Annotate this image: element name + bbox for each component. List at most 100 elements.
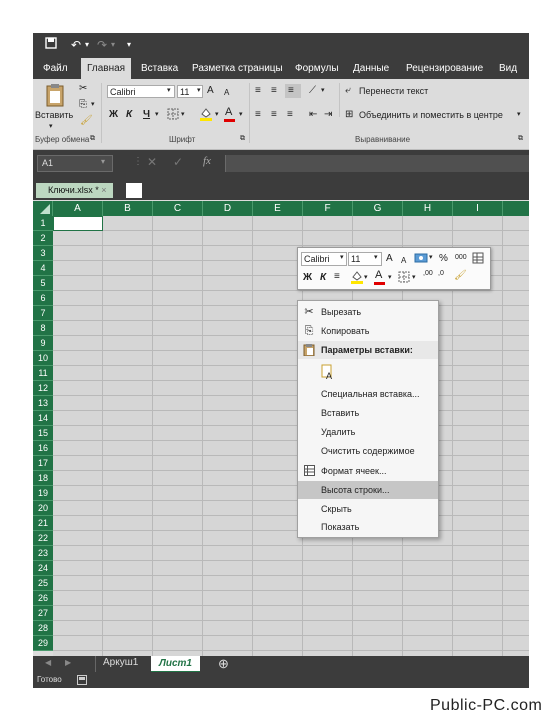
chevron-down-icon[interactable]: ▾ xyxy=(517,110,521,118)
row-header[interactable]: 25 xyxy=(33,576,53,591)
row-header[interactable]: 29 xyxy=(33,636,53,651)
save-icon[interactable] xyxy=(45,37,57,53)
macro-record-icon[interactable] xyxy=(77,675,87,688)
mini-italic-button[interactable]: К xyxy=(320,272,326,284)
column-header[interactable]: E xyxy=(253,201,303,216)
tab-formulas[interactable]: Формулы xyxy=(295,58,339,79)
close-icon[interactable]: × xyxy=(101,185,106,195)
active-cell[interactable] xyxy=(53,216,103,231)
decrease-indent-icon[interactable]: ⇤ xyxy=(309,109,317,121)
font-name-field[interactable]: Calibri xyxy=(107,85,175,98)
undo-icon[interactable]: ↶ xyxy=(71,37,81,53)
chevron-down-icon[interactable]: ▾ xyxy=(374,253,378,261)
menu-item-unhide[interactable]: Показать xyxy=(298,518,438,536)
menu-item-delete[interactable]: Удалить xyxy=(298,423,438,441)
chevron-down-icon[interactable]: ▾ xyxy=(340,253,344,261)
chevron-down-icon[interactable]: ▾ xyxy=(167,86,171,94)
increase-indent-icon[interactable]: ⇥ xyxy=(324,109,332,121)
menu-item-insert[interactable]: Вставить xyxy=(298,404,438,422)
row-header[interactable]: 19 xyxy=(33,486,53,501)
mini-borders-icon[interactable] xyxy=(398,271,410,287)
column-header[interactable]: B xyxy=(103,201,153,216)
menu-item-row-height[interactable]: Высота строки... xyxy=(298,481,438,499)
mini-shrink-font-button[interactable]: A xyxy=(401,255,406,267)
column-header[interactable]: G xyxy=(353,201,403,216)
column-header[interactable]: A xyxy=(53,201,103,216)
mini-grow-font-button[interactable]: A xyxy=(386,253,393,265)
align-bottom-icon[interactable]: ≡ xyxy=(288,85,294,97)
column-header[interactable]: I xyxy=(453,201,503,216)
thousands-button[interactable]: 000 xyxy=(455,254,467,261)
row-header[interactable]: 28 xyxy=(33,621,53,636)
chevron-down-icon[interactable]: ▾ xyxy=(239,110,243,118)
row-header[interactable]: 27 xyxy=(33,606,53,621)
row-header[interactable]: 17 xyxy=(33,456,53,471)
wrap-text-button[interactable]: Перенести текст xyxy=(359,86,428,96)
borders-icon[interactable] xyxy=(167,108,179,124)
mini-font-color-icon[interactable]: A xyxy=(375,269,382,281)
format-table-icon[interactable] xyxy=(472,252,484,268)
align-left-icon[interactable]: ≡ xyxy=(255,109,261,121)
fill-color-icon[interactable] xyxy=(199,107,213,125)
row-header[interactable]: 4 xyxy=(33,261,53,276)
mini-align-center-icon[interactable]: ≡ xyxy=(334,271,340,283)
paste-label[interactable]: Вставить xyxy=(35,110,73,120)
chevron-down-icon[interactable]: ▾ xyxy=(364,273,368,281)
row-header[interactable]: 7 xyxy=(33,306,53,321)
sheet-tab-arkush1[interactable]: Аркуш1 xyxy=(103,657,138,668)
menu-item-cut[interactable]: ✂ Вырезать xyxy=(298,303,438,321)
select-all-corner[interactable] xyxy=(33,201,53,216)
redo-icon[interactable]: ↷ xyxy=(97,37,107,53)
tab-home[interactable]: Главная xyxy=(81,58,132,79)
chevron-down-icon[interactable]: ▾ xyxy=(49,122,53,130)
align-top-icon[interactable]: ≡ xyxy=(255,85,261,97)
tab-file[interactable]: Файл xyxy=(43,58,68,79)
chevron-down-icon[interactable]: ▾ xyxy=(181,110,185,118)
shrink-font-button[interactable]: A xyxy=(224,87,229,99)
row-header[interactable]: 3 xyxy=(33,246,53,261)
cancel-icon[interactable]: ✕ xyxy=(147,155,157,169)
row-header[interactable]: 6 xyxy=(33,291,53,306)
insert-function-button[interactable]: fx xyxy=(203,155,211,167)
paste-option-values[interactable]: A xyxy=(298,361,438,383)
chevron-down-icon[interactable]: ▾ xyxy=(388,273,392,281)
row-header[interactable]: 9 xyxy=(33,336,53,351)
mini-fill-color-icon[interactable] xyxy=(350,270,364,288)
font-color-icon[interactable]: A xyxy=(225,106,232,118)
format-painter-icon[interactable]: 🖌 xyxy=(454,270,467,282)
row-header[interactable]: 11 xyxy=(33,366,53,381)
cut-icon[interactable]: ✂ xyxy=(79,83,87,95)
menu-item-paste-special[interactable]: Специальная вставка... xyxy=(298,385,438,403)
row-header[interactable]: 21 xyxy=(33,516,53,531)
column-header[interactable]: C xyxy=(153,201,203,216)
copy-icon[interactable]: ⎘ xyxy=(79,99,87,111)
row-header[interactable]: 15 xyxy=(33,426,53,441)
row-header[interactable]: 13 xyxy=(33,396,53,411)
column-header[interactable]: D xyxy=(203,201,253,216)
column-header[interactable] xyxy=(503,201,529,216)
chevron-down-icon[interactable]: ▾ xyxy=(197,86,201,94)
dialog-launcher-icon[interactable]: ⧉ xyxy=(240,135,245,143)
dialog-launcher-icon[interactable]: ⧉ xyxy=(90,135,95,143)
tab-view[interactable]: Вид xyxy=(499,58,517,79)
row-header[interactable]: 1 xyxy=(33,216,53,231)
tab-review[interactable]: Рецензирование xyxy=(406,58,483,79)
chevron-down-icon[interactable]: ▾ xyxy=(429,253,433,261)
row-header[interactable]: 16 xyxy=(33,441,53,456)
row-header[interactable]: 18 xyxy=(33,471,53,486)
merge-center-button[interactable]: Объединить и поместить в центре xyxy=(359,110,503,120)
decrease-decimal-button[interactable]: ,0 xyxy=(438,270,444,277)
clipboard-icon[interactable] xyxy=(45,83,65,110)
scroll-left-icon[interactable]: ◀ xyxy=(45,658,51,667)
chevron-down-icon[interactable]: ▾ xyxy=(412,273,416,281)
new-tab-field[interactable] xyxy=(126,183,142,198)
row-header[interactable]: 26 xyxy=(33,591,53,606)
row-header[interactable]: 24 xyxy=(33,561,53,576)
chevron-down-icon[interactable]: ▾ xyxy=(101,157,105,166)
row-header[interactable]: 5 xyxy=(33,276,53,291)
scroll-right-icon[interactable]: ▶ xyxy=(65,658,71,667)
chevron-down-icon[interactable]: ▾ xyxy=(215,110,219,118)
row-header[interactable]: 14 xyxy=(33,411,53,426)
chevron-down-icon[interactable]: ▾ xyxy=(321,86,325,94)
chevron-down-icon[interactable]: ▾ xyxy=(111,37,115,53)
